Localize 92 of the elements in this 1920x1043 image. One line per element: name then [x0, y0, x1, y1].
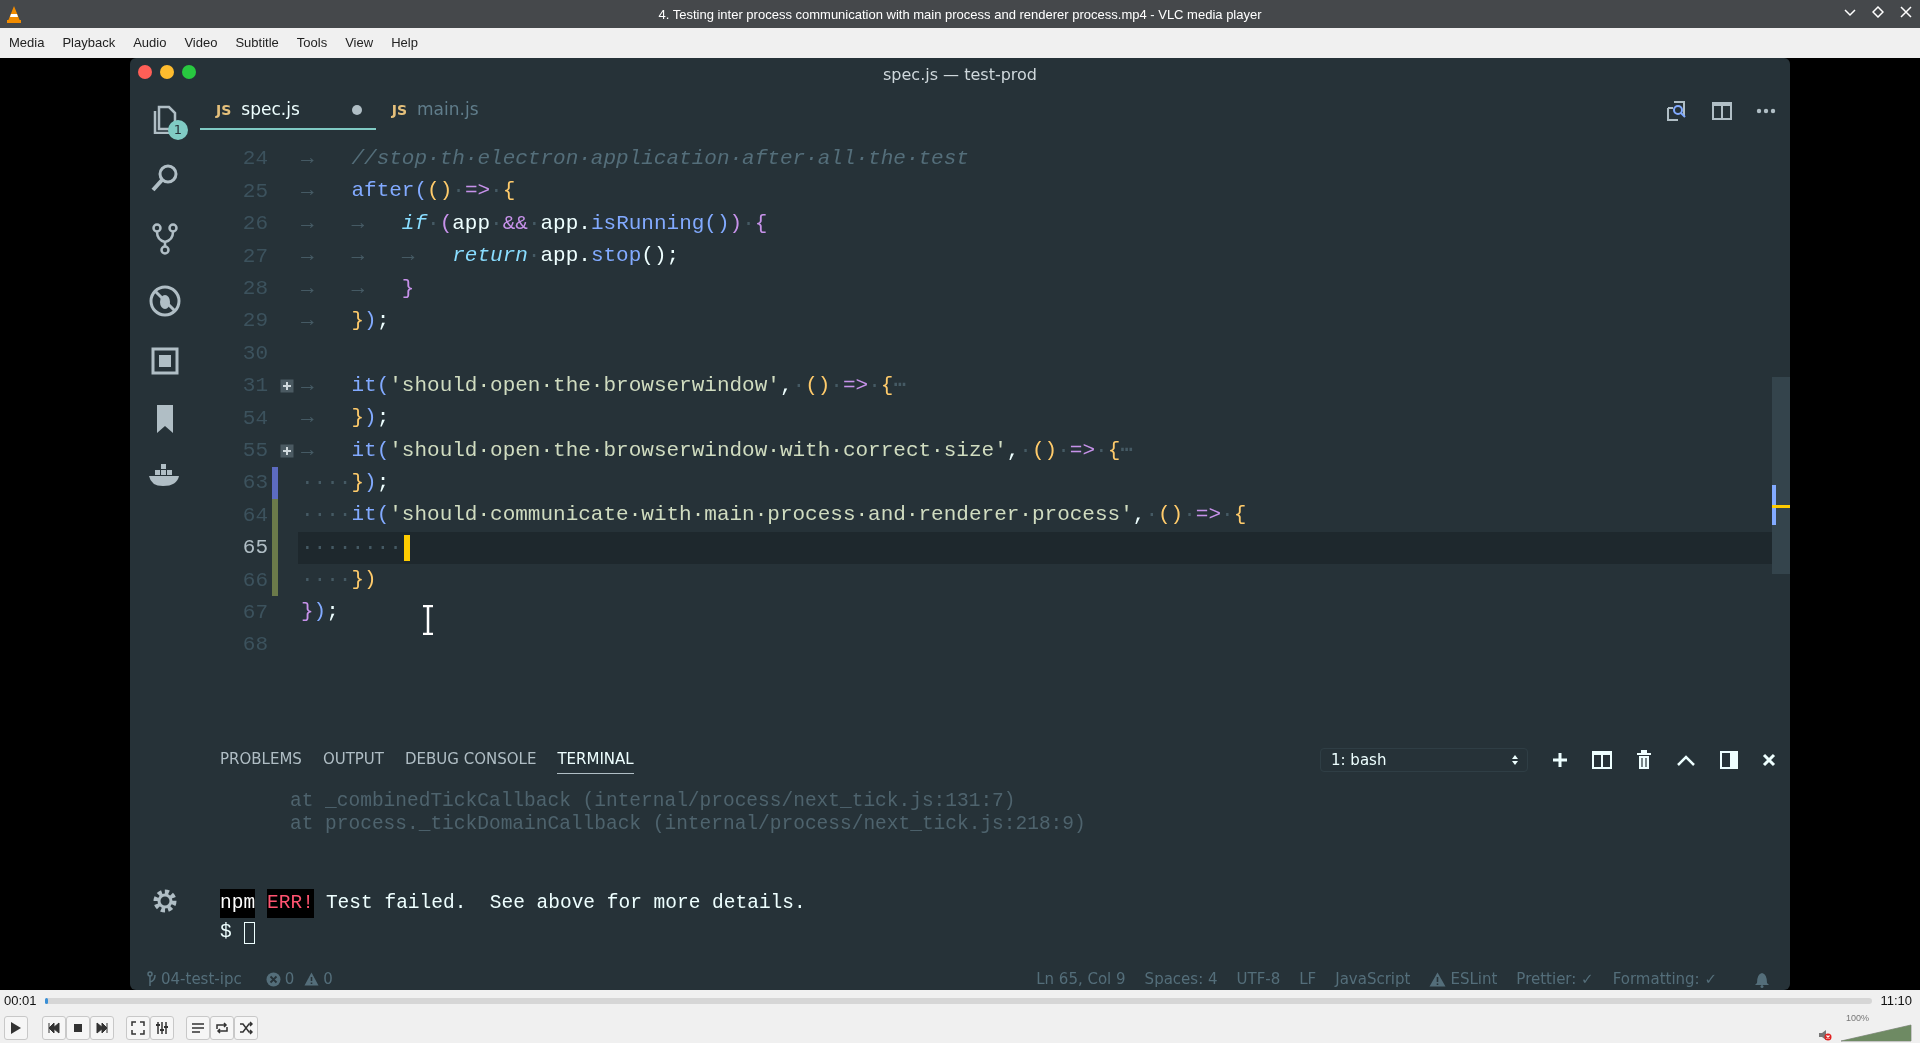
menu-item[interactable]: Media [0, 33, 54, 53]
window-title: spec.js — test-prod [883, 64, 1037, 86]
volume-slider[interactable] [1840, 1023, 1912, 1042]
chevron-up-icon[interactable] [1676, 754, 1696, 766]
minimize-button[interactable] [160, 65, 174, 79]
close-button[interactable] [138, 65, 152, 79]
previous-icon [47, 1020, 61, 1035]
minimize-icon[interactable] [1844, 6, 1856, 18]
code-line: ········ [301, 534, 402, 561]
fullscreen-button[interactable] [126, 1015, 150, 1040]
source-control-icon[interactable] [150, 222, 180, 256]
extended-settings-icon [155, 1020, 169, 1035]
expand-icon[interactable] [280, 378, 294, 393]
plus-icon[interactable] [1552, 752, 1568, 768]
loop-icon [215, 1020, 229, 1035]
code-line: }); [301, 599, 339, 626]
speaker-icon[interactable] [1818, 1027, 1832, 1042]
shuffle-icon [239, 1020, 253, 1035]
split-editor-icon[interactable] [1712, 102, 1732, 120]
code-line: → after(()·=>·{ [301, 178, 516, 205]
terminal-prompt: $ [220, 920, 232, 946]
close-icon[interactable] [1900, 6, 1912, 18]
split-terminal-icon[interactable] [1592, 751, 1612, 769]
menu-item[interactable]: Subtitle [226, 33, 288, 53]
extended-settings-button[interactable] [150, 1015, 174, 1040]
menu-item[interactable]: Video [175, 33, 227, 53]
previous-button[interactable] [42, 1015, 66, 1040]
warning-icon [1429, 971, 1447, 987]
code-line: ····}) [301, 567, 377, 594]
terminal-select[interactable]: 1: bash [1320, 748, 1528, 772]
menu-item[interactable]: Audio [124, 33, 176, 53]
fullscreen-icon [131, 1020, 145, 1035]
terminal-cursor [243, 921, 255, 944]
menu-item[interactable]: Tools [287, 33, 337, 53]
trash-icon[interactable] [1636, 750, 1652, 770]
restore-icon[interactable] [1872, 6, 1884, 18]
panel-tab[interactable]: TERMINAL [557, 746, 634, 774]
menu-item[interactable]: Playback [53, 33, 125, 53]
code-line: → it('should·open·the·browserwindow',·()·=>·{⋯ [301, 372, 907, 399]
settings-icon[interactable] [151, 887, 179, 915]
code-line: → → } [301, 275, 415, 302]
next-icon [95, 1020, 109, 1035]
code-line: → → → return·app.stop(); [301, 243, 680, 270]
search-documents-icon[interactable] [1666, 100, 1688, 122]
line-number: 65 [241, 535, 269, 562]
window-title: 4. Testing inter process communication with main process and renderer process.mp4 - VLC media player [658, 6, 1262, 24]
code-line: → it('should·open·the·browserwindow·with·correct·size',·()·=>·{⋯ [301, 437, 1133, 464]
close-icon[interactable] [1762, 753, 1776, 767]
stop-button[interactable] [66, 1015, 90, 1040]
bell-icon[interactable] [1754, 970, 1770, 988]
volume-reading: 100% [1846, 1011, 1870, 1025]
scrollbar-thumb[interactable] [1772, 377, 1790, 574]
badge: 1 [168, 120, 188, 140]
no-bug-icon[interactable] [148, 284, 182, 318]
shuffle-button[interactable] [234, 1015, 258, 1040]
terminal-label: ERR! [267, 889, 314, 919]
code-line: ····}); [301, 469, 390, 496]
text-caret [403, 534, 410, 561]
code-line: → }); [301, 307, 390, 334]
more-icon[interactable] [1756, 108, 1776, 114]
branch-icon [147, 971, 157, 987]
code-line: → //stop·th·electron·application·after·all·the·test [301, 146, 969, 172]
total-time: 11:10 [1880, 992, 1912, 1011]
playlist-button[interactable] [186, 1015, 210, 1040]
next-button[interactable] [90, 1015, 114, 1040]
play-button[interactable] [4, 1015, 28, 1040]
code-line: → → if·(app·&&·app.isRunning())·{ [301, 210, 768, 237]
panel-tab[interactable]: DEBUG CONSOLE [405, 746, 537, 774]
playlist-icon [191, 1020, 205, 1035]
code-line: ····it('should·communicate·with·main·process·and·renderer·process',·()·=>·{ [301, 502, 1247, 529]
editor-tab[interactable]: JS main.js [375, 92, 493, 130]
text-cursor-icon [421, 605, 435, 635]
warning-icon [304, 972, 320, 986]
expand-icon[interactable] [280, 443, 294, 458]
menu-item[interactable]: View [336, 33, 383, 53]
error-icon [265, 971, 281, 987]
updown-icon [1511, 754, 1519, 766]
traffic-cone-icon [6, 5, 22, 23]
panel-tab[interactable]: PROBLEMS [220, 746, 302, 774]
extensions-icon[interactable] [150, 346, 180, 376]
elapsed-time: 00:01 [4, 992, 37, 1011]
terminal-label: npm [220, 889, 256, 919]
panel-tab[interactable]: OUTPUT [322, 746, 384, 774]
toggle-panel-icon[interactable] [1720, 751, 1738, 769]
bookmark-icon[interactable] [155, 404, 175, 434]
loop-button[interactable] [210, 1015, 234, 1040]
play-icon [10, 1020, 22, 1035]
zoom-button[interactable] [182, 65, 196, 79]
terminal-line: Test failed. See above for more details. [325, 891, 806, 916]
code-line: → }); [301, 405, 390, 432]
menu-item[interactable]: Help [382, 33, 427, 53]
editor-tab[interactable]: JS spec.js [200, 92, 376, 130]
